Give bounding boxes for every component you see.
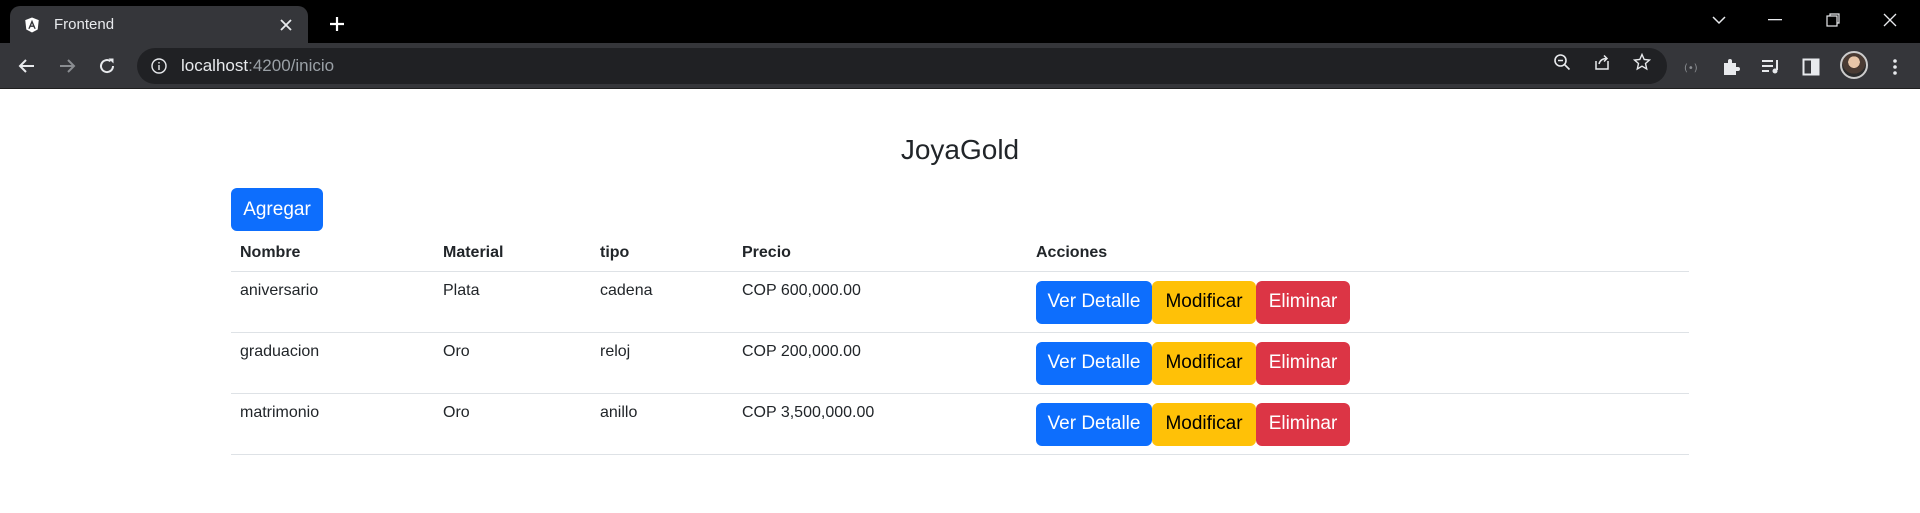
products-table: Nombre Material tipo Precio Acciones ani… [231, 235, 1689, 455]
forward-arrow-icon[interactable] [51, 50, 83, 82]
share-icon[interactable] [1591, 51, 1613, 73]
close-icon[interactable] [1862, 0, 1918, 40]
cell-nombre: aniversario [231, 271, 434, 333]
address-bar[interactable]: localhost:4200/inicio [137, 48, 1667, 84]
url-path: :4200/inicio [248, 56, 335, 75]
header-tipo: tipo [591, 235, 733, 272]
table-row: aniversario Plata cadena COP 600,000.00 … [231, 271, 1689, 333]
modificar-button[interactable]: Modificar [1152, 280, 1256, 324]
cell-material: Oro [434, 332, 591, 394]
browser-tabbar: Frontend [0, 0, 1920, 43]
angular-icon [22, 15, 42, 35]
header-nombre: Nombre [231, 235, 434, 272]
cast-icon[interactable]: (•) [1680, 55, 1704, 79]
media-icon[interactable] [1759, 55, 1783, 79]
close-icon[interactable] [276, 15, 296, 35]
page-title: JoyaGold [900, 134, 1020, 165]
zoom-icon[interactable] [1551, 51, 1573, 73]
cell-acciones: Ver Detalle Modificar Eliminar [1027, 271, 1689, 333]
ver-detalle-button[interactable]: Ver Detalle [1036, 402, 1152, 446]
browser-toolbar: localhost:4200/inicio (•) [0, 43, 1920, 89]
puzzle-icon[interactable] [1719, 55, 1743, 79]
browser-tab[interactable]: Frontend [10, 6, 308, 43]
cell-nombre: graduacion [231, 332, 434, 394]
header-material: Material [434, 235, 591, 272]
modificar-button[interactable]: Modificar [1152, 402, 1256, 446]
cell-tipo: anillo [591, 393, 733, 455]
minimize-icon[interactable] [1747, 0, 1803, 40]
sidepanel-icon[interactable] [1799, 55, 1823, 79]
restore-icon[interactable] [1805, 0, 1861, 40]
actions-group: Ver Detalle Modificar Eliminar [1036, 402, 1689, 446]
url-host: localhost [181, 56, 249, 75]
cell-acciones: Ver Detalle Modificar Eliminar [1027, 332, 1689, 394]
table-row: graduacion Oro reloj COP 200,000.00 Ver … [231, 332, 1689, 394]
eliminar-button[interactable]: Eliminar [1256, 341, 1350, 385]
header-acciones: Acciones [1027, 235, 1689, 272]
cell-precio: COP 3,500,000.00 [733, 393, 1027, 455]
url-text: localhost:4200/inicio [181, 56, 334, 76]
cell-acciones: Ver Detalle Modificar Eliminar [1027, 393, 1689, 455]
cell-precio: COP 600,000.00 [733, 271, 1027, 333]
star-icon[interactable] [1631, 51, 1653, 73]
plus-icon[interactable] [323, 10, 351, 38]
toolbar-divider [0, 88, 1920, 89]
modificar-button[interactable]: Modificar [1152, 341, 1256, 385]
info-icon[interactable] [151, 58, 167, 74]
actions-group: Ver Detalle Modificar Eliminar [1036, 341, 1689, 385]
table-header-row: Nombre Material tipo Precio Acciones [231, 235, 1689, 272]
cell-material: Plata [434, 271, 591, 333]
cell-precio: COP 200,000.00 [733, 332, 1027, 394]
chevron-down-icon[interactable] [1691, 0, 1747, 40]
svg-text:(•): (•) [1684, 63, 1698, 74]
back-arrow-icon[interactable] [11, 50, 43, 82]
header-precio: Precio [733, 235, 1027, 272]
add-button[interactable]: Agregar [231, 188, 323, 231]
tab-title: Frontend [54, 16, 115, 33]
actions-group: Ver Detalle Modificar Eliminar [1036, 280, 1689, 324]
ver-detalle-button[interactable]: Ver Detalle [1036, 280, 1152, 324]
cell-tipo: cadena [591, 271, 733, 333]
reload-icon[interactable] [91, 50, 123, 82]
eliminar-button[interactable]: Eliminar [1256, 402, 1350, 446]
eliminar-button[interactable]: Eliminar [1256, 280, 1350, 324]
avatar[interactable] [1840, 51, 1868, 79]
cell-tipo: reloj [591, 332, 733, 394]
ver-detalle-button[interactable]: Ver Detalle [1036, 341, 1152, 385]
cell-nombre: matrimonio [231, 393, 434, 455]
table-row: matrimonio Oro anillo COP 3,500,000.00 V… [231, 393, 1689, 455]
menu-dots-icon[interactable] [1883, 55, 1907, 79]
cell-material: Oro [434, 393, 591, 455]
